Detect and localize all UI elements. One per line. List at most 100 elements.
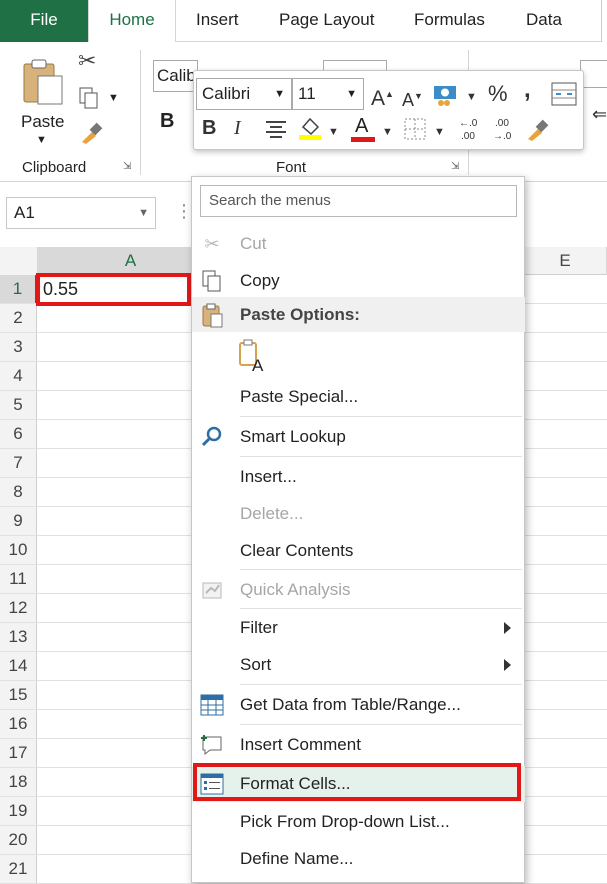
row-header[interactable]: 19 (0, 797, 37, 825)
row-header[interactable]: 13 (0, 623, 37, 651)
row-header[interactable]: 2 (0, 304, 37, 332)
menu-item-define-name[interactable]: Define Name... (192, 841, 525, 877)
chevron-down-icon[interactable]: ▼ (382, 121, 393, 143)
font-color-button[interactable]: A (350, 115, 376, 143)
row-header[interactable]: 15 (0, 681, 37, 709)
comma-style-button[interactable]: , (524, 78, 531, 102)
font-color-glyph: A (355, 115, 369, 137)
row-header[interactable]: 9 (0, 507, 37, 535)
decrease-font-icon[interactable]: A▼ (402, 85, 423, 111)
center-align-icon[interactable] (264, 119, 288, 141)
menu-item-label: Cut (240, 234, 267, 253)
menu-item-paste-special[interactable]: Paste Special... (192, 379, 525, 415)
menu-item-label: Pick From Drop-down List... (240, 812, 450, 831)
menu-search-input[interactable]: Search the menus (200, 185, 517, 217)
menu-item-insert-comment[interactable]: Insert Comment (192, 727, 525, 763)
row-header[interactable]: 4 (0, 362, 37, 390)
menu-item-copy[interactable]: Copy (192, 263, 525, 299)
row-header[interactable]: 11 (0, 565, 37, 593)
column-header-e[interactable]: E (524, 247, 607, 275)
menu-item-label: Filter (240, 618, 278, 637)
corner-select-all[interactable] (0, 247, 38, 275)
menu-item-cut[interactable]: ✂ Cut (192, 226, 525, 262)
merge-center-icon[interactable] (550, 81, 578, 107)
chevron-down-icon: ▼ (36, 134, 47, 146)
menu-item-sort[interactable]: Sort (192, 647, 525, 683)
align-box[interactable] (580, 60, 607, 88)
menu-item-smart-lookup[interactable]: Smart Lookup (192, 419, 525, 455)
font-name-box[interactable]: Calib (153, 60, 198, 92)
paste-option-keep-text-icon[interactable]: A (238, 339, 268, 375)
mini-toolbar: Calibri ▼ 11 ▼ A▲ A▼ ▼ % , B I ▼ A ▼ ▼ ←… (193, 70, 584, 150)
chevron-down-icon[interactable]: ▼ (274, 79, 285, 109)
cell-a1-highlight (36, 273, 191, 306)
row-header[interactable]: 16 (0, 710, 37, 738)
quick-analysis-icon (198, 576, 226, 604)
chevron-down-icon[interactable]: ▼ (138, 198, 149, 228)
orientation-icon[interactable]: ⇐ (592, 104, 607, 125)
row-header[interactable]: 8 (0, 478, 37, 506)
dialog-launcher-icon[interactable]: ⇲ (123, 161, 131, 172)
font-size-dropdown[interactable]: 11 ▼ (292, 78, 364, 110)
svg-text:A: A (252, 356, 264, 373)
decrease-decimal-icon[interactable]: .00 →.0 (490, 115, 520, 143)
name-box[interactable]: A1 ▼ (6, 197, 156, 229)
row-header[interactable]: 20 (0, 826, 37, 854)
row-header[interactable]: 14 (0, 652, 37, 680)
menu-separator (240, 608, 522, 609)
tab-page-layout[interactable]: Page Layout (279, 0, 374, 42)
row-header[interactable]: 18 (0, 768, 37, 796)
bold-button[interactable]: B (202, 117, 216, 139)
tab-data[interactable]: Data (526, 0, 562, 42)
row-header[interactable]: 10 (0, 536, 37, 564)
row-header[interactable]: 5 (0, 391, 37, 419)
tab-overflow[interactable] (601, 0, 607, 42)
fill-color-icon[interactable] (297, 115, 323, 141)
borders-icon[interactable] (403, 117, 427, 141)
chevron-down-icon[interactable]: ▼ (108, 92, 119, 104)
row-header[interactable]: 6 (0, 420, 37, 448)
menu-item-delete[interactable]: Delete... (192, 496, 525, 532)
copy-icon[interactable] (78, 86, 100, 110)
row-header[interactable]: 12 (0, 594, 37, 622)
menu-item-clear-contents[interactable]: Clear Contents (192, 533, 525, 569)
chevron-down-icon[interactable]: ▼ (346, 79, 357, 109)
scissors-icon[interactable]: ✂ (78, 48, 96, 74)
chevron-down-icon[interactable]: ▼ (434, 121, 445, 143)
bold-button[interactable]: B (160, 110, 174, 133)
menu-item-quick-analysis[interactable]: Quick Analysis (192, 572, 525, 608)
menu-item-label: Insert Comment (240, 735, 361, 754)
menu-item-insert[interactable]: Insert... (192, 459, 525, 495)
increase-decimal-icon[interactable]: ←.0 .00 (456, 115, 486, 143)
svg-text:→.0: →.0 (493, 131, 512, 142)
table-icon (198, 691, 226, 719)
increase-font-icon[interactable]: A▲ (371, 83, 394, 110)
dialog-launcher-icon[interactable]: ⇲ (451, 161, 459, 172)
chevron-down-icon[interactable]: ▼ (328, 121, 339, 143)
submenu-arrow-icon (504, 659, 511, 671)
menu-item-filter[interactable]: Filter (192, 610, 525, 646)
scissors-icon: ✂ (204, 233, 220, 254)
format-cells-highlight (193, 763, 521, 801)
tab-home[interactable]: Home (88, 0, 176, 43)
menu-item-pick-from-list[interactable]: Pick From Drop-down List... (192, 804, 525, 840)
name-box-value: A1 (14, 203, 35, 222)
row-header[interactable]: 21 (0, 855, 37, 883)
row-header[interactable]: 1 (0, 275, 37, 303)
format-painter-icon[interactable] (78, 120, 104, 146)
tab-insert[interactable]: Insert (196, 0, 239, 42)
row-header[interactable]: 7 (0, 449, 37, 477)
tab-file[interactable]: File (0, 0, 88, 42)
row-header[interactable]: 3 (0, 333, 37, 361)
tab-formulas[interactable]: Formulas (414, 0, 485, 42)
chevron-down-icon[interactable]: ▼ (466, 86, 477, 108)
paste-button[interactable]: Paste ▼ (12, 50, 72, 160)
menu-item-get-data[interactable]: Get Data from Table/Range... (192, 687, 525, 723)
italic-button[interactable]: I (234, 117, 241, 139)
font-name-dropdown[interactable]: Calibri ▼ (196, 78, 292, 110)
row-header[interactable]: 17 (0, 739, 37, 767)
accounting-format-icon[interactable] (432, 83, 460, 107)
format-painter-icon[interactable] (524, 117, 550, 143)
percent-style-button[interactable]: % (488, 83, 508, 105)
menu-section-label: Paste Options: (240, 305, 360, 324)
